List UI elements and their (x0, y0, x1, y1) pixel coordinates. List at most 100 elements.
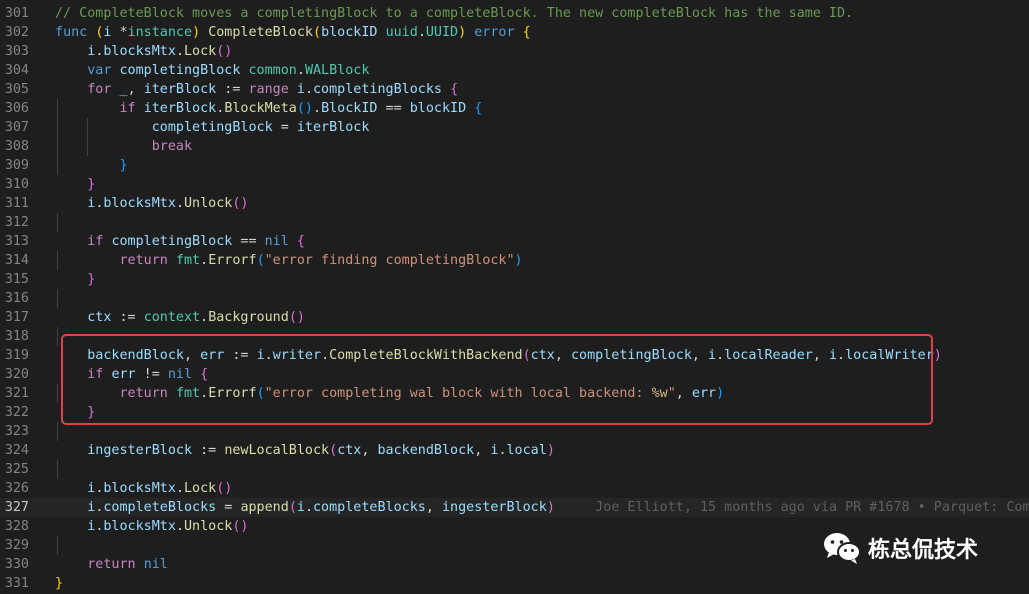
line-number: 315 (4, 272, 29, 287)
code-token: BlockID (321, 101, 378, 116)
code-token: , (127, 82, 144, 97)
line-number: 323 (4, 424, 29, 439)
code-token: _ (119, 82, 128, 97)
indent-guide (57, 422, 58, 441)
code-token: // CompleteBlock moves a completingBlock… (55, 6, 854, 21)
code-token: blocksMtx (103, 44, 176, 59)
code-token: if (119, 101, 136, 116)
code-line[interactable]: 310 } (0, 175, 1029, 194)
code-text: func (i *instance) CompleteBlock(blockID… (55, 23, 531, 42)
code-token: . (304, 500, 313, 515)
code-line[interactable]: 311 i.blocksMtx.Unlock() (0, 194, 1029, 213)
line-number: 324 (4, 443, 29, 458)
code-line[interactable]: 325 (0, 460, 1029, 479)
code-token: Unlock (184, 196, 233, 211)
line-number: 303 (4, 44, 29, 59)
code-token: Errorf (208, 253, 257, 268)
code-token: UUID (425, 25, 459, 40)
code-text: } (55, 156, 128, 175)
code-token: newLocalBlock (224, 443, 330, 458)
code-line[interactable]: 312 (0, 213, 1029, 232)
code-token: { (450, 82, 459, 97)
line-number: 305 (4, 82, 29, 97)
code-token: { (522, 25, 531, 40)
code-token: completeBlocks (313, 500, 426, 515)
code-line[interactable]: 327 i.completeBlocks = append(i.complete… (0, 498, 1029, 517)
code-token: { (296, 234, 305, 249)
line-number: 308 (4, 139, 29, 154)
code-token: . (175, 519, 184, 534)
code-token: BlockMeta (224, 101, 297, 116)
code-line[interactable]: 308 break (0, 137, 1029, 156)
code-line[interactable]: 307 completingBlock = iterBlock (0, 118, 1029, 137)
highlight-box (61, 334, 933, 425)
indent-guide (57, 213, 58, 232)
code-line[interactable]: 314 return fmt.Errorf("error finding com… (0, 251, 1029, 270)
line-number: 310 (4, 177, 29, 192)
code-token: "error finding completingBlock" (264, 253, 515, 268)
code-line[interactable]: 301 // CompleteBlock moves a completingBl… (0, 4, 1029, 23)
code-token: . (417, 25, 426, 40)
code-token: = (216, 500, 241, 515)
code-line[interactable]: 304 var completingBlock common.WALBlock (0, 61, 1029, 80)
code-text: i.completeBlocks = append(i.completeBloc… (55, 498, 1029, 517)
code-line[interactable]: 317 ctx := context.Background() (0, 308, 1029, 327)
code-line[interactable]: 306 if iterBlock.BlockMeta().BlockID == … (0, 99, 1029, 118)
code-token: func (55, 25, 88, 40)
code-token: } (55, 576, 64, 591)
code-token: for (87, 82, 112, 97)
code-token: ) (546, 500, 555, 515)
code-line[interactable]: 302 func (i *instance) CompleteBlock(bloc… (0, 23, 1029, 42)
code-line[interactable]: 316 (0, 289, 1029, 308)
code-token: ( (256, 253, 265, 268)
code-token: Background (208, 310, 289, 325)
line-number: 325 (4, 462, 29, 477)
indent-guide (57, 327, 58, 346)
code-line[interactable]: 313 if completingBlock == nil { (0, 232, 1029, 251)
code-token: ( (313, 25, 322, 40)
code-token: . (175, 196, 184, 211)
code-token: iterBlock (296, 120, 370, 135)
line-number: 327 (4, 500, 29, 515)
line-number: 319 (4, 348, 29, 363)
code-token: error (474, 25, 515, 40)
code-token: ( (288, 500, 297, 515)
code-token: () (296, 101, 313, 116)
code-token: fmt (175, 253, 201, 268)
code-token: == (232, 234, 265, 249)
code-token: . (175, 44, 184, 59)
code-line[interactable]: 303 i.blocksMtx.Lock() (0, 42, 1029, 61)
code-line[interactable]: 331} (0, 574, 1029, 593)
code-line[interactable]: 315 } (0, 270, 1029, 289)
code-token: iterBlock (143, 101, 217, 116)
code-text: i.blocksMtx.Lock() (55, 479, 232, 498)
code-line[interactable]: 326 i.blocksMtx.Lock() (0, 479, 1029, 498)
code-token: common (248, 63, 297, 78)
watermark: 栋总侃技术 (822, 528, 978, 568)
code-editor[interactable]: 301 // CompleteBlock moves a completingBl… (0, 4, 1029, 593)
line-number: 307 (4, 120, 29, 135)
code-line[interactable]: 305 for _, iterBlock := range i.completi… (0, 80, 1029, 99)
code-line[interactable]: 309 } (0, 156, 1029, 175)
code-token: i (296, 500, 305, 515)
code-token: ) (458, 25, 467, 40)
code-token: . (200, 253, 209, 268)
code-token: ctx (87, 310, 112, 325)
code-line[interactable]: 324 ingesterBlock := newLocalBlock(ctx, … (0, 441, 1029, 460)
line-number: 316 (4, 291, 29, 306)
line-number: 301 (4, 6, 29, 21)
